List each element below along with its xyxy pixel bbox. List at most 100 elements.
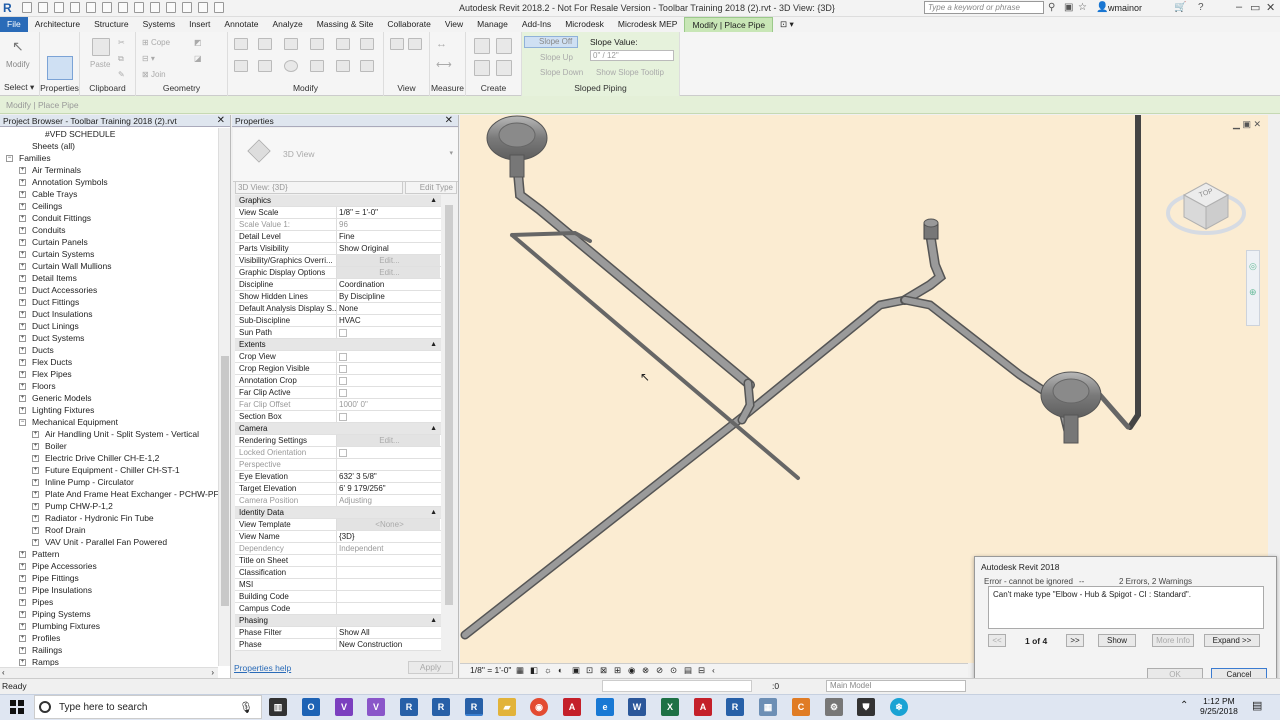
property-value[interactable] bbox=[336, 351, 440, 362]
tree-item[interactable]: − Mechanical Equipment bbox=[0, 416, 218, 428]
override-icon[interactable] bbox=[408, 38, 422, 50]
tab-microdesk[interactable]: Microdesk bbox=[558, 17, 611, 32]
expand-icon[interactable]: + bbox=[19, 635, 26, 642]
close-icon[interactable]: ✕ bbox=[1253, 119, 1261, 129]
collapse-icon[interactable]: − bbox=[6, 155, 13, 162]
minimize-icon[interactable]: – bbox=[1236, 1, 1242, 13]
create-assembly-icon[interactable] bbox=[474, 60, 490, 76]
move-icon[interactable] bbox=[234, 60, 248, 72]
expand-icon[interactable]: + bbox=[32, 527, 39, 534]
expand-icon[interactable]: + bbox=[32, 539, 39, 546]
property-value[interactable] bbox=[336, 459, 440, 470]
expand-button[interactable]: Expand >> bbox=[1204, 634, 1260, 647]
temporary-hide-icon[interactable]: ◉ bbox=[628, 665, 635, 676]
align-icon[interactable] bbox=[234, 38, 248, 50]
property-row[interactable]: Graphic Display Options Edit... bbox=[235, 267, 441, 279]
property-row[interactable]: Eye Elevation 632' 3 5/8" bbox=[235, 471, 441, 483]
delete-icon[interactable] bbox=[360, 60, 374, 72]
tab-structure[interactable]: Structure bbox=[87, 17, 136, 32]
property-value[interactable]: 1000' 0" bbox=[336, 399, 440, 410]
crop-icon[interactable]: ⊡ bbox=[586, 665, 593, 676]
vertical-pipe[interactable] bbox=[1127, 112, 1141, 430]
create-similar-icon[interactable] bbox=[474, 38, 490, 54]
collapse-arrow-icon[interactable]: ‹ bbox=[712, 665, 715, 675]
property-value[interactable]: New Construction bbox=[336, 639, 440, 650]
pin-icon[interactable] bbox=[360, 38, 374, 50]
properties-scrollbar[interactable] bbox=[443, 195, 455, 651]
constraints-icon[interactable]: ⊟ bbox=[698, 665, 705, 676]
checkbox[interactable] bbox=[339, 353, 347, 361]
lock-3d-icon[interactable]: ⊞ bbox=[614, 665, 621, 676]
measure-tool-icon[interactable]: ↔ bbox=[436, 38, 447, 50]
tree-item[interactable]: + Annotation Symbols bbox=[0, 176, 218, 188]
project-browser-hscrollbar[interactable]: ‹ › bbox=[0, 667, 218, 678]
tree-item[interactable]: + Ducts bbox=[0, 344, 218, 356]
property-row[interactable]: Classification bbox=[235, 567, 441, 579]
thin-lines-icon[interactable] bbox=[182, 2, 192, 13]
property-value[interactable] bbox=[336, 387, 440, 398]
outlook-icon[interactable]: O bbox=[302, 698, 320, 716]
cart-icon[interactable]: 🛒 bbox=[1174, 2, 1186, 13]
expand-icon[interactable]: + bbox=[19, 191, 26, 198]
expand-icon[interactable]: + bbox=[32, 443, 39, 450]
tree-item[interactable]: + Railings bbox=[0, 644, 218, 656]
mirror-draw-icon[interactable] bbox=[310, 38, 324, 50]
tree-item[interactable]: + Ceilings bbox=[0, 200, 218, 212]
paste-icon[interactable] bbox=[92, 38, 110, 56]
tree-item[interactable]: + Lighting Fixtures bbox=[0, 404, 218, 416]
expand-icon[interactable]: + bbox=[19, 359, 26, 366]
tree-item[interactable]: + Inline Pump - Circulator bbox=[0, 476, 218, 488]
tree-item[interactable]: + Duct Fittings bbox=[0, 296, 218, 308]
scroll-right-icon[interactable]: › bbox=[211, 668, 214, 677]
expand-icon[interactable]: + bbox=[19, 311, 26, 318]
thin-pipe[interactable] bbox=[510, 230, 800, 480]
expand-icon[interactable]: + bbox=[32, 491, 39, 498]
microphone-icon[interactable]: 🎙 bbox=[239, 701, 253, 714]
tree-item[interactable]: + Generic Models bbox=[0, 392, 218, 404]
view-scale[interactable]: 1/8" = 1'-0" bbox=[470, 665, 511, 675]
cut-geometry-button[interactable]: ⊟ ▾ bbox=[142, 54, 155, 63]
expand-icon[interactable]: + bbox=[19, 647, 26, 654]
property-value[interactable] bbox=[336, 375, 440, 386]
snowflake-app-icon[interactable]: ❄ bbox=[890, 698, 908, 716]
view-instance-selector[interactable]: 3D View: {3D} bbox=[235, 181, 403, 194]
tree-item[interactable]: + Curtain Systems bbox=[0, 248, 218, 260]
visual-studio-icon[interactable]: V bbox=[335, 698, 353, 716]
tree-item[interactable]: + Duct Insulations bbox=[0, 308, 218, 320]
expand-icon[interactable]: + bbox=[19, 227, 26, 234]
collapse-arrow-icon[interactable]: ▲ bbox=[430, 423, 437, 435]
show-slope-tooltip-button[interactable]: Show Slope Tooltip bbox=[596, 68, 664, 77]
tab-add-ins[interactable]: Add-Ins bbox=[515, 17, 558, 32]
expand-icon[interactable]: + bbox=[19, 215, 26, 222]
tree-item[interactable]: + Future Equipment - Chiller CH-ST-1 bbox=[0, 464, 218, 476]
highlight-displacement-icon[interactable]: ⊘ bbox=[656, 665, 663, 676]
tag-icon[interactable] bbox=[134, 2, 144, 13]
tab-massing-site[interactable]: Massing & Site bbox=[310, 17, 381, 32]
tab-file[interactable]: File bbox=[0, 17, 28, 32]
property-value[interactable] bbox=[336, 591, 440, 602]
tree-item[interactable]: + Conduits bbox=[0, 224, 218, 236]
tree-item[interactable]: + Plate And Frame Heat Exchanger - PCHW-P… bbox=[0, 488, 218, 500]
property-category[interactable]: Graphics ▲ bbox=[235, 195, 441, 207]
trim-icon[interactable] bbox=[310, 60, 324, 72]
expand-icon[interactable]: + bbox=[19, 275, 26, 282]
user-name[interactable]: wmainor bbox=[1108, 3, 1142, 13]
tab-insert[interactable]: Insert bbox=[182, 17, 217, 32]
more-info-button[interactable]: More Info bbox=[1152, 634, 1194, 647]
property-value[interactable]: Show Original bbox=[336, 243, 440, 254]
expand-icon[interactable]: + bbox=[19, 323, 26, 330]
design-option-select[interactable]: Main Model bbox=[826, 680, 966, 692]
split-icon[interactable] bbox=[336, 38, 350, 50]
property-value[interactable] bbox=[336, 411, 440, 422]
tab-analyze[interactable]: Analyze bbox=[265, 17, 309, 32]
expand-icon[interactable]: + bbox=[19, 563, 26, 570]
workset-field[interactable] bbox=[602, 680, 752, 692]
property-category[interactable]: Identity Data ▲ bbox=[235, 507, 441, 519]
copy-element-icon[interactable] bbox=[258, 60, 272, 72]
property-value[interactable]: HVAC bbox=[336, 315, 440, 326]
expand-icon[interactable]: + bbox=[19, 395, 26, 402]
edit-type-button[interactable]: Edit Type bbox=[405, 181, 457, 194]
help-search-input[interactable]: Type a keyword or phrase bbox=[924, 1, 1044, 14]
property-row[interactable]: Locked Orientation bbox=[235, 447, 441, 459]
tree-item[interactable]: + Profiles bbox=[0, 632, 218, 644]
